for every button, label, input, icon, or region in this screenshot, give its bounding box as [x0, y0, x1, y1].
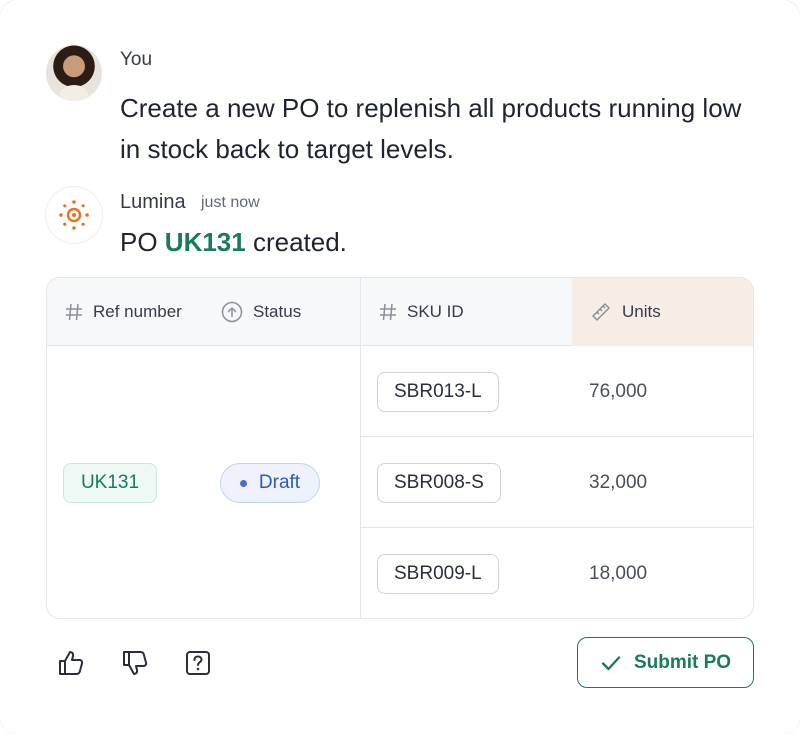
- header-units: Units: [572, 278, 753, 346]
- ref-number-tag[interactable]: UK131: [63, 463, 157, 503]
- header-sku-id: SKU ID: [379, 278, 464, 346]
- help-button[interactable]: [183, 648, 213, 678]
- question-mark-icon: [186, 651, 210, 675]
- table-row: SBR008-S 32,000: [361, 437, 753, 528]
- sku-chip[interactable]: SBR013-L: [377, 372, 499, 412]
- thumbs-up-button[interactable]: [56, 648, 86, 678]
- sku-chip[interactable]: SBR009-L: [377, 554, 499, 594]
- assistant-name: Lumina: [120, 191, 186, 213]
- table-row: SBR009-L 18,000: [361, 528, 753, 618]
- check-icon: [601, 655, 621, 670]
- status-dot: [239, 479, 247, 487]
- submit-po-label: Submit PO: [633, 651, 732, 673]
- chat-card: You Create a new PO to replenish all pro…: [0, 0, 800, 734]
- message-timestamp: just now: [201, 194, 260, 211]
- header-units-label: Units: [622, 302, 661, 321]
- hash-icon: [380, 303, 396, 321]
- units-value: 18,000: [589, 562, 648, 584]
- units-value: 32,000: [589, 471, 648, 493]
- lumina-avatar: [46, 187, 102, 243]
- ruler-icon: [592, 303, 610, 321]
- message-suffix: created.: [245, 227, 347, 257]
- lumina-logo-icon: [59, 200, 89, 230]
- arrow-up-circle-icon: [221, 301, 243, 323]
- user-avatar: [46, 45, 102, 101]
- sku-chip[interactable]: SBR008-S: [377, 463, 501, 503]
- units-value: 76,000: [589, 380, 648, 402]
- submit-po-button[interactable]: Submit PO: [577, 637, 754, 688]
- user-message: Create a new PO to replenish all product…: [120, 93, 742, 164]
- po-table: Ref number Status SKU ID Units UK131 Dra…: [46, 277, 754, 619]
- status-label: Draft: [258, 472, 301, 493]
- header-sku-label: SKU ID: [407, 302, 464, 321]
- hash-icon: [66, 303, 82, 321]
- thumbs-down-button[interactable]: [120, 648, 150, 678]
- assistant-message: PO UK131 created.: [120, 227, 347, 258]
- status-badge: Draft: [220, 463, 320, 503]
- header-ref-label: Ref number: [93, 302, 182, 321]
- header-ref-number: Ref number: [65, 278, 182, 346]
- user-name: You: [120, 49, 153, 70]
- header-status: Status: [221, 278, 301, 346]
- table-row: SBR013-L 76,000: [361, 346, 753, 437]
- po-number-link[interactable]: UK131: [165, 227, 246, 257]
- table-header: Ref number Status SKU ID Units: [47, 278, 753, 346]
- message-prefix: PO: [120, 227, 165, 257]
- header-status-label: Status: [253, 302, 302, 321]
- thumbs-down-icon: [123, 651, 148, 675]
- thumbs-up-icon: [59, 651, 84, 675]
